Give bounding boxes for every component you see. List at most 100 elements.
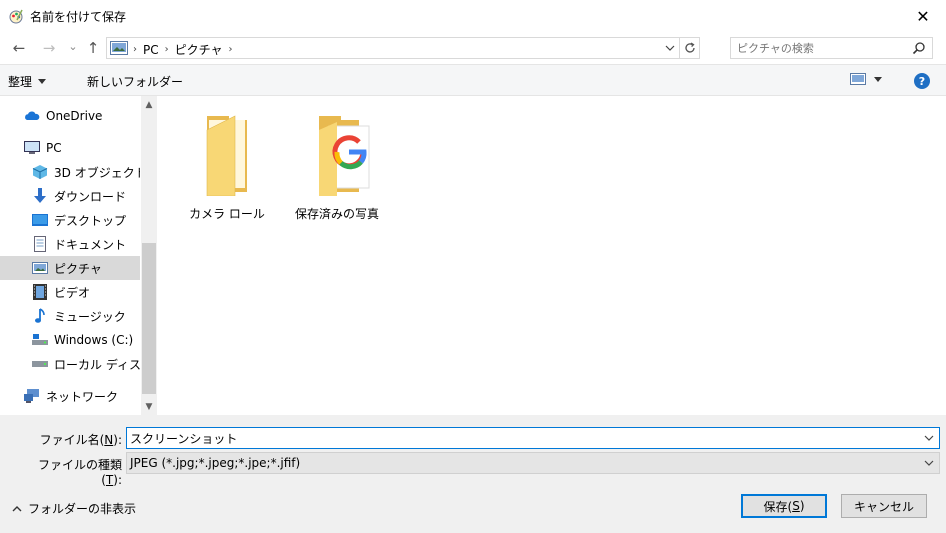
scroll-down-icon[interactable]: ▼ <box>141 398 157 415</box>
breadcrumb-item-pictures[interactable]: ピクチャ <box>175 41 223 58</box>
pictures-icon <box>32 260 48 276</box>
sidebar-item-downloads[interactable]: ダウンロード <box>0 184 140 208</box>
sidebar-item-music[interactable]: ミュージック <box>0 304 140 328</box>
sidebar-item-label: PC <box>46 141 62 155</box>
chevron-down-icon <box>924 460 934 466</box>
help-button[interactable]: ? <box>914 73 930 89</box>
window-title: 名前を付けて保存 <box>30 10 127 24</box>
sidebar-item-network[interactable]: ネットワーク <box>0 384 140 408</box>
cancel-button[interactable]: キャンセル <box>841 494 927 518</box>
folder-saved-pictures[interactable]: 保存済みの写真 <box>287 112 387 222</box>
up-arrow-icon: ↑ <box>86 39 100 57</box>
filename-dropdown-button[interactable] <box>921 429 937 447</box>
address-bar[interactable]: › PC › ピクチャ › <box>106 37 700 59</box>
network-icon <box>24 388 40 404</box>
document-icon <box>32 236 48 252</box>
folder-label: 保存済みの写真 <box>294 207 379 221</box>
sidebar-item-label: Windows (C:) <box>54 333 134 347</box>
refresh-button[interactable] <box>679 38 699 58</box>
breadcrumb: › PC › ピクチャ › <box>133 41 233 58</box>
sidebar-item-pictures[interactable]: ピクチャ <box>0 256 140 280</box>
download-icon <box>32 188 48 204</box>
chevron-down-icon <box>665 45 675 51</box>
back-arrow-icon: ← <box>12 39 26 57</box>
hide-folders-button[interactable]: フォルダーの非表示 <box>12 500 136 517</box>
sidebar-item-windows-c[interactable]: Windows (C:) <box>0 328 140 352</box>
chevron-down-icon: ⌄ <box>68 39 78 53</box>
pictures-folder-icon <box>110 41 128 58</box>
cloud-icon <box>24 108 40 124</box>
file-list: カメラ ロール 保存済みの写真 <box>158 96 946 415</box>
filetype-dropdown-button[interactable] <box>921 454 937 472</box>
chevron-down-icon <box>924 435 934 441</box>
scrollbar-thumb[interactable] <box>142 243 156 394</box>
refresh-icon <box>684 42 695 53</box>
sidebar-item-desktop[interactable]: デスクトップ <box>0 208 140 232</box>
sidebar-item-onedrive[interactable]: OneDrive <box>0 104 140 128</box>
sidebar-item-local-disk-d[interactable]: ローカル ディスク (D <box>0 352 140 376</box>
cube-icon <box>32 164 48 180</box>
breadcrumb-separator-icon[interactable]: › <box>133 44 137 55</box>
app-icon <box>8 8 24 24</box>
close-icon: ✕ <box>916 6 930 26</box>
forward-arrow-icon: → <box>42 39 56 57</box>
sidebar-item-label: ピクチャ <box>54 261 102 276</box>
search-icon[interactable] <box>912 41 926 58</box>
breadcrumb-item-pc[interactable]: PC <box>143 43 159 57</box>
recent-locations-button[interactable]: ⌄ <box>64 37 82 55</box>
address-dropdown-button[interactable] <box>661 38 679 58</box>
up-button[interactable]: ↑ <box>84 39 102 57</box>
folder-icon <box>206 115 247 197</box>
filetype-value: JPEG (*.jpg;*.jpeg;*.jpe;*.jfif) <box>130 456 301 470</box>
back-button[interactable]: ← <box>10 39 28 57</box>
search-input[interactable] <box>731 38 911 58</box>
drive-icon <box>32 332 48 348</box>
forward-button[interactable]: → <box>40 39 58 57</box>
filename-input[interactable] <box>127 428 917 448</box>
change-view-button[interactable] <box>850 73 882 85</box>
scroll-up-icon[interactable]: ▲ <box>141 96 157 113</box>
music-icon <box>32 308 48 324</box>
sidebar-item-3d-objects[interactable]: 3D オブジェクト <box>0 160 140 184</box>
sidebar-item-label: ミュージック <box>54 309 126 324</box>
sidebar-item-label: ダウンロード <box>54 189 127 204</box>
drive-icon <box>32 356 48 372</box>
folder-label: カメラ ロール <box>189 207 265 221</box>
organize-button[interactable]: 整理 <box>8 72 47 90</box>
hide-folders-label: フォルダーの非表示 <box>28 502 137 516</box>
sidebar-item-label: ネットワーク <box>46 389 119 404</box>
sidebar-item-documents[interactable]: ドキュメント <box>0 232 140 256</box>
desktop-icon <box>32 212 48 228</box>
navigation-pane: OneDrive PC 3D オブジェクト ダウンロード デスクトップ ドキュメ… <box>0 96 157 415</box>
filename-label: ファイル名(N): <box>39 433 122 447</box>
search-box[interactable] <box>730 37 933 59</box>
sidebar-item-label: ドキュメント <box>54 237 127 252</box>
sidebar-scrollbar[interactable]: ▲ ▼ <box>141 96 157 415</box>
close-button[interactable]: ✕ <box>900 0 946 32</box>
computer-icon <box>24 140 40 156</box>
view-icon <box>850 73 866 85</box>
filetype-select[interactable]: JPEG (*.jpg;*.jpeg;*.jpe;*.jfif) <box>126 452 940 474</box>
sidebar-item-pc[interactable]: PC <box>0 136 140 160</box>
folder-camera-roll[interactable]: カメラ ロール <box>177 112 277 222</box>
new-folder-button[interactable]: 新しいフォルダー <box>87 72 183 90</box>
help-icon: ? <box>918 74 926 88</box>
caret-down-icon <box>874 76 882 82</box>
sidebar-item-label: 3D オブジェクト <box>54 165 140 180</box>
filetype-label: ファイルの種類(T): <box>37 458 122 487</box>
new-folder-label: 新しいフォルダー <box>87 74 184 89</box>
video-icon <box>32 284 48 300</box>
sidebar-item-label: ローカル ディスク (D <box>54 357 140 372</box>
save-button[interactable]: 保存(S) <box>741 494 827 518</box>
organize-label: 整理 <box>8 74 33 89</box>
breadcrumb-separator-icon[interactable]: › <box>229 44 233 55</box>
chevron-up-icon <box>12 505 22 511</box>
filename-combobox[interactable] <box>126 427 940 449</box>
sidebar-item-label: デスクトップ <box>54 213 127 228</box>
title-bar: 名前を付けて保存 ✕ <box>0 0 946 32</box>
caret-down-icon <box>38 78 47 84</box>
sidebar-item-label: OneDrive <box>46 109 103 123</box>
sidebar-item-videos[interactable]: ビデオ <box>0 280 140 304</box>
breadcrumb-separator-icon[interactable]: › <box>165 44 169 55</box>
sidebar-item-label: ビデオ <box>54 285 91 300</box>
